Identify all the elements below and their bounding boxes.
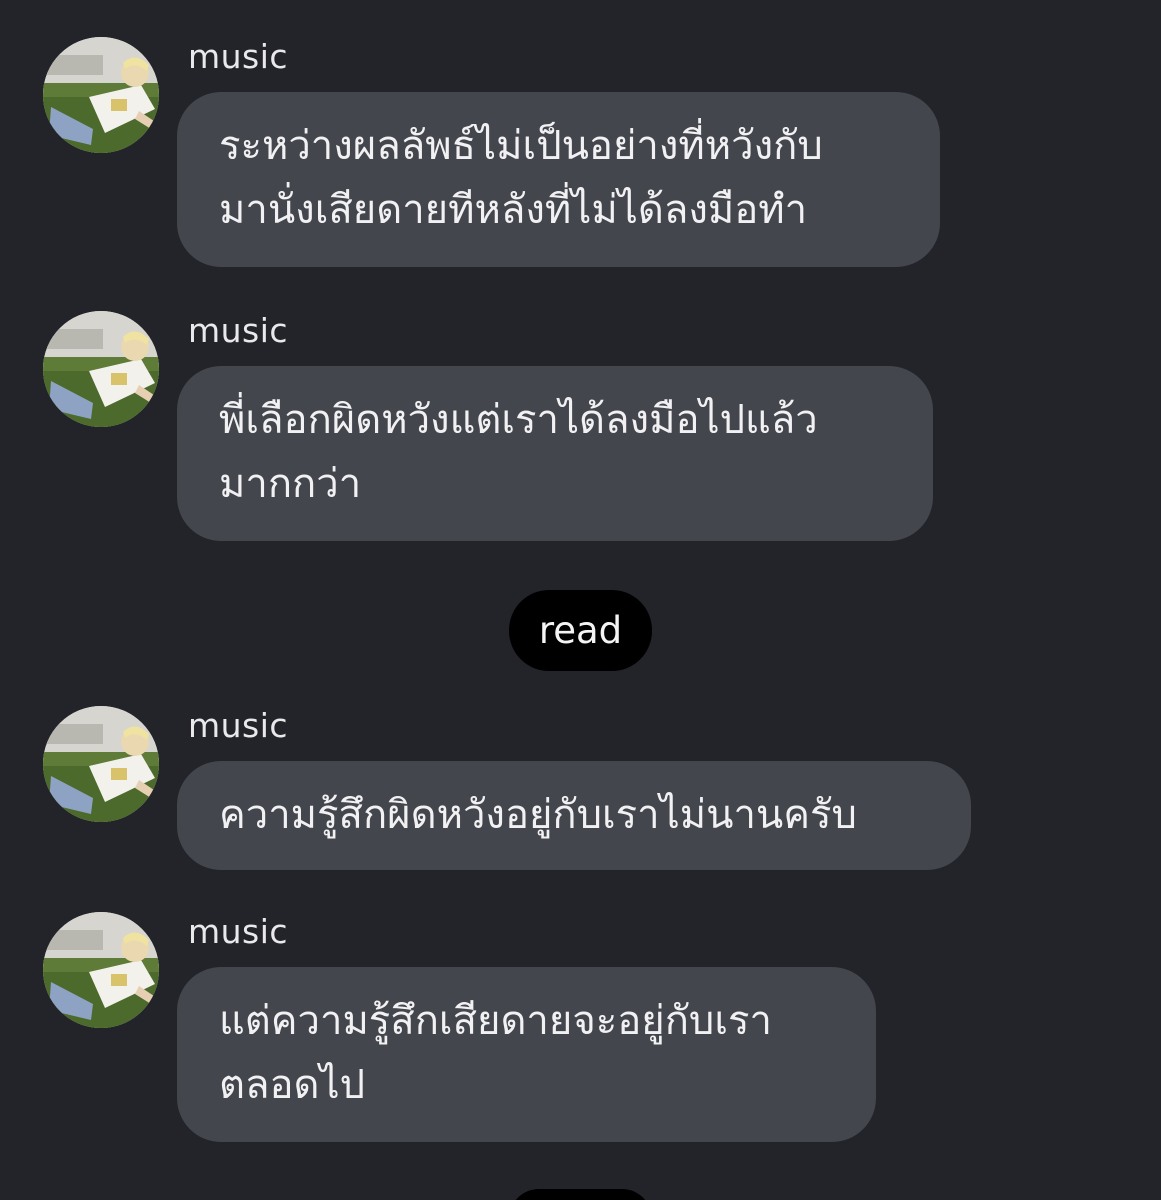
- read-receipt-pill-partial: [509, 1189, 652, 1200]
- message-text-line: ความรู้สึกผิดหวังอยู่กับเราไม่นานครับ: [219, 792, 857, 838]
- message-text-line: มากกว่า: [219, 461, 362, 507]
- message-bubble[interactable]: ความรู้สึกผิดหวังอยู่กับเราไม่นานครับ: [177, 761, 971, 870]
- sender-name: music: [188, 912, 289, 951]
- avatar[interactable]: [43, 912, 159, 1028]
- avatar[interactable]: [43, 37, 159, 153]
- message-bubble[interactable]: ระหว่างผลลัพธ์ไม่เป็นอย่างที่หวังกับ มาน…: [177, 92, 940, 267]
- avatar-photo-icon: [43, 706, 159, 822]
- message-text-line: ระหว่างผลลัพธ์ไม่เป็นอย่างที่หวังกับ: [219, 123, 823, 169]
- sender-name: music: [188, 37, 289, 76]
- message-text-line: ตลอดไป: [219, 1062, 365, 1108]
- read-receipt-pill: read: [509, 590, 652, 671]
- avatar[interactable]: [43, 311, 159, 427]
- message-bubble[interactable]: พี่เลือกผิดหวังแต่เราได้ลงมือไปแล้ว มากก…: [177, 366, 933, 541]
- avatar-photo-icon: [43, 311, 159, 427]
- sender-name: music: [188, 311, 289, 350]
- chat-thread: music ระหว่างผลลัพธ์ไม่เป็นอย่างที่หวังก…: [0, 0, 1161, 1200]
- message-text-line: แต่ความรู้สึกเสียดายจะอยู่กับเรา: [219, 998, 772, 1044]
- message-bubble[interactable]: แต่ความรู้สึกเสียดายจะอยู่กับเรา ตลอดไป: [177, 967, 876, 1142]
- message-text-line: พี่เลือกผิดหวังแต่เราได้ลงมือไปแล้ว: [219, 397, 818, 443]
- avatar-photo-icon: [43, 37, 159, 153]
- sender-name: music: [188, 706, 289, 745]
- avatar-photo-icon: [43, 912, 159, 1028]
- avatar[interactable]: [43, 706, 159, 822]
- message-text-line: มานั่งเสียดายทีหลังที่ไม่ได้ลงมือทำ: [219, 187, 808, 233]
